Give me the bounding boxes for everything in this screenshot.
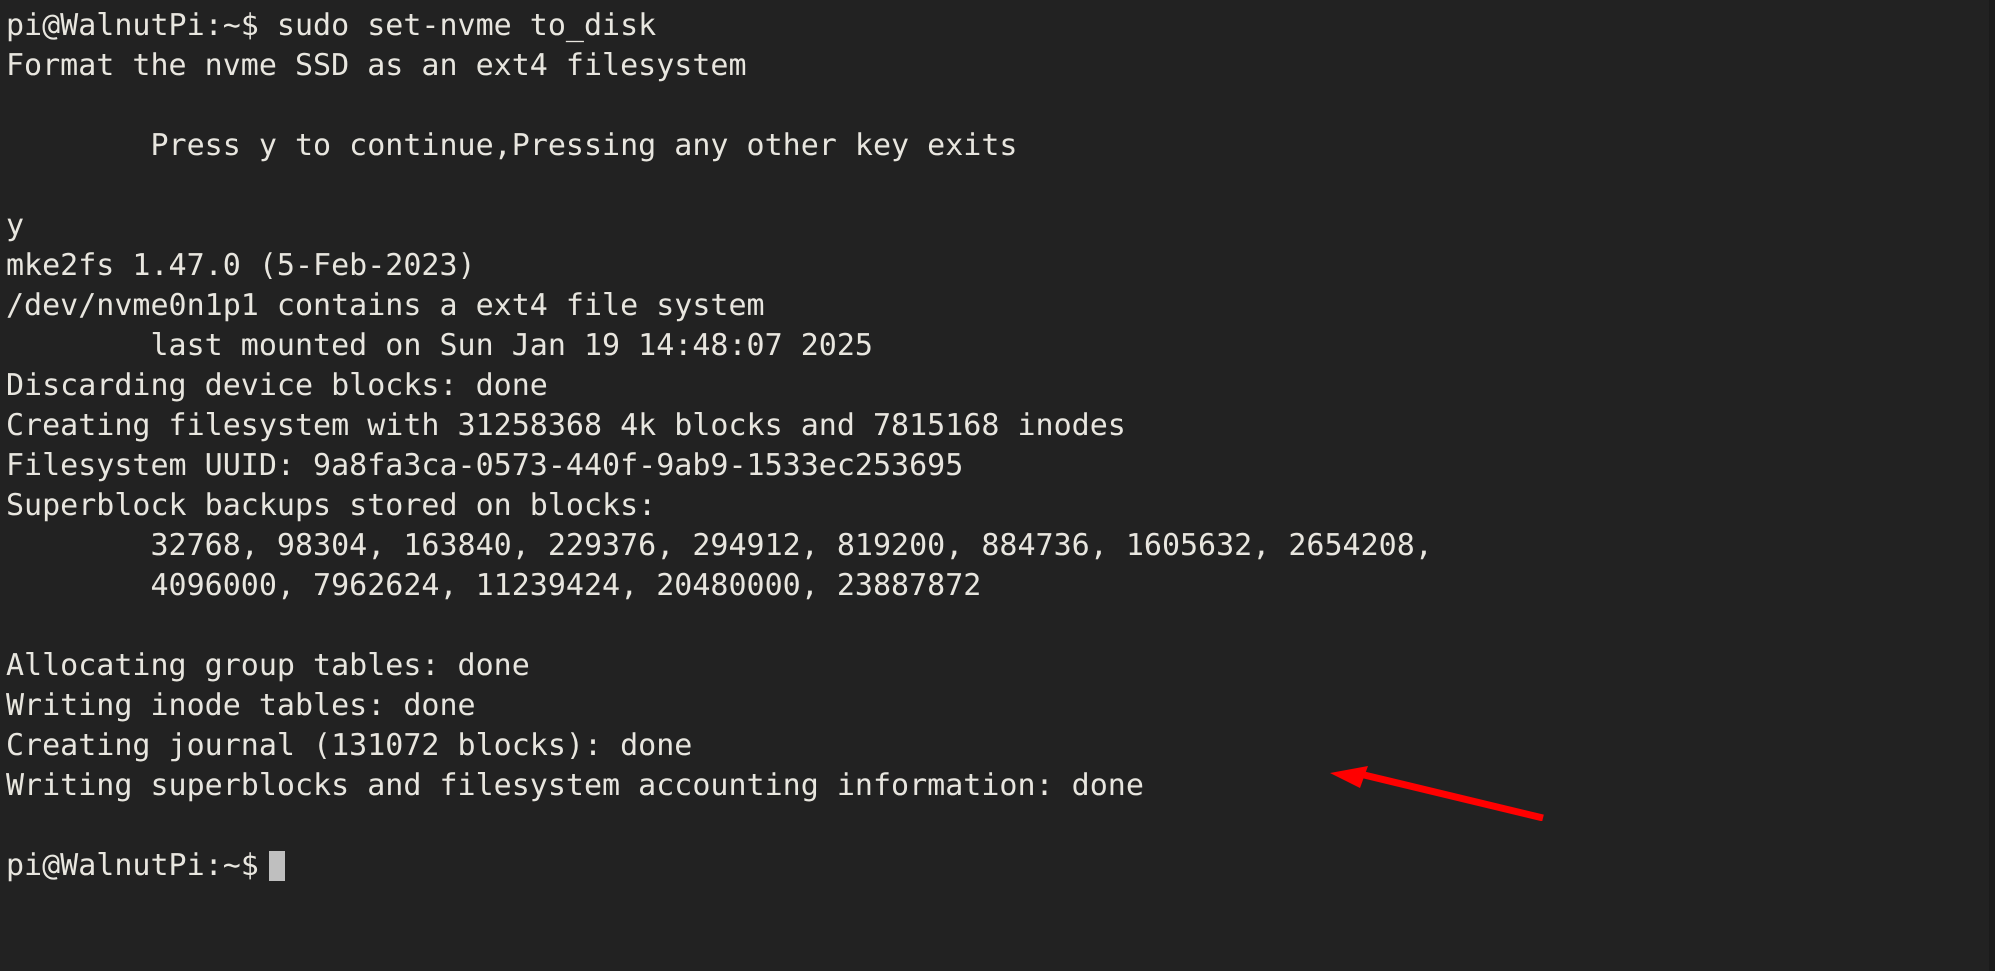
terminal-window: pi@WalnutPi:~$ sudo set-nvme to_disk For… xyxy=(0,0,1995,971)
terminal-output[interactable]: pi@WalnutPi:~$ sudo set-nvme to_disk For… xyxy=(0,0,1995,971)
terminal-line-superblock-list-2: 4096000, 7962624, 11239424, 20480000, 23… xyxy=(6,568,982,603)
terminal-line-device-contains: /dev/nvme0n1p1 contains a ext4 file syst… xyxy=(6,288,765,323)
terminal-prompt-label: pi@WalnutPi:~$ xyxy=(6,848,259,883)
terminal-line-user-input-y: y xyxy=(6,208,25,243)
terminal-line-superblock-header: Superblock backups stored on blocks: xyxy=(6,488,657,523)
terminal-line-press-y-prompt: Press y to continue,Pressing any other k… xyxy=(6,128,1018,163)
window-right-edge xyxy=(1989,0,1995,971)
terminal-cursor xyxy=(268,851,285,881)
terminal-line-creating-journal: Creating journal (131072 blocks): done xyxy=(6,728,693,763)
terminal-line-format-notice: Format the nvme SSD as an ext4 filesyste… xyxy=(6,48,747,83)
terminal-line-mke2fs-version: mke2fs 1.47.0 (5-Feb-2023) xyxy=(6,248,476,283)
terminal-line-writing-inode-tables: Writing inode tables: done xyxy=(6,688,476,723)
terminal-line-last-mounted: last mounted on Sun Jan 19 14:48:07 2025 xyxy=(6,328,873,363)
terminal-line-discarding-blocks: Discarding device blocks: done xyxy=(6,368,548,403)
terminal-line-creating-filesystem: Creating filesystem with 31258368 4k blo… xyxy=(6,408,1126,443)
terminal-line-filesystem-uuid: Filesystem UUID: 9a8fa3ca-0573-440f-9ab9… xyxy=(6,448,964,483)
terminal-line-command: pi@WalnutPi:~$ sudo set-nvme to_disk xyxy=(6,8,657,43)
terminal-line-superblock-list-1: 32768, 98304, 163840, 229376, 294912, 81… xyxy=(6,528,1433,563)
terminal-prompt-row[interactable]: pi@WalnutPi:~$ xyxy=(6,846,1995,886)
terminal-line-allocating-group-tables: Allocating group tables: done xyxy=(6,648,530,683)
terminal-line-writing-superblocks: Writing superblocks and filesystem accou… xyxy=(6,768,1144,803)
